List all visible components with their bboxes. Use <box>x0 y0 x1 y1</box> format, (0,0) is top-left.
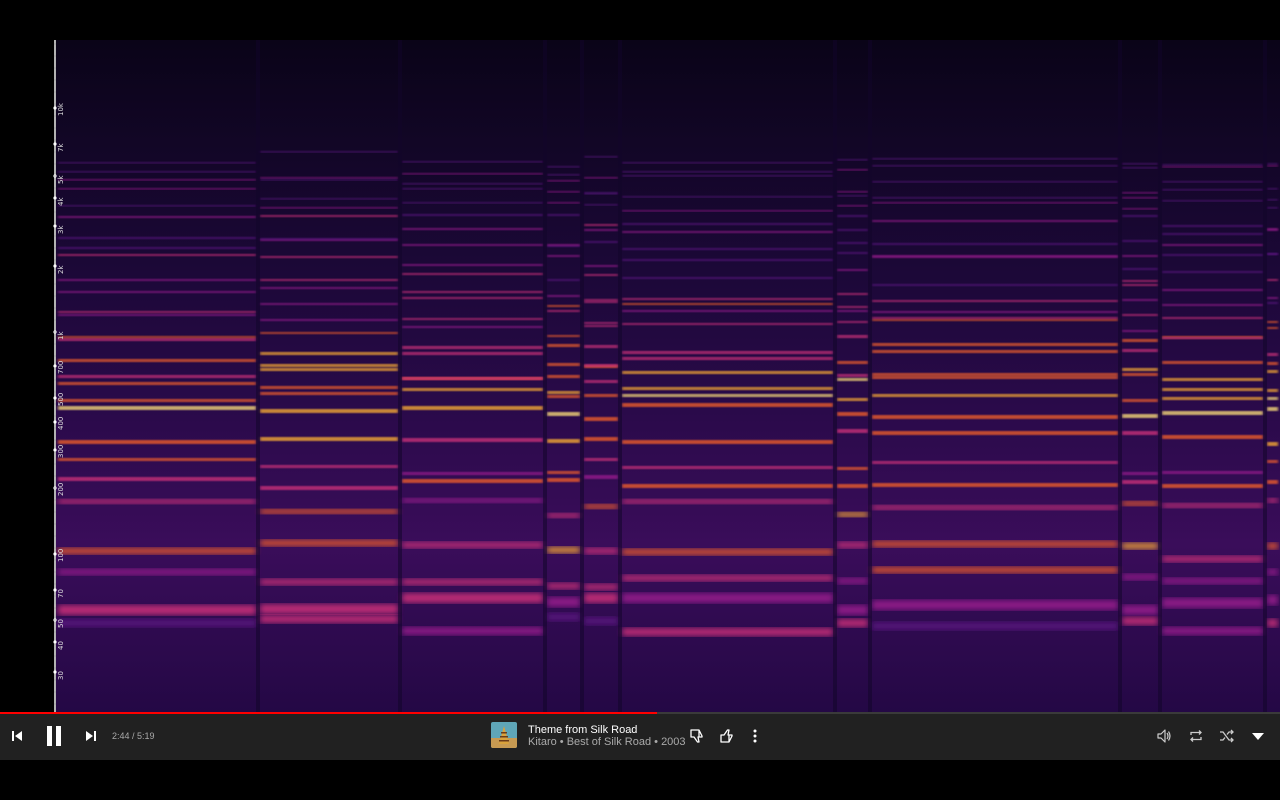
meta-separator: • <box>651 736 662 748</box>
next-button[interactable] <box>82 727 100 745</box>
time-info: 2:44 / 5:19 <box>112 731 155 741</box>
like-button[interactable] <box>717 726 737 746</box>
previous-button[interactable] <box>8 727 26 745</box>
volume-button[interactable] <box>1154 726 1174 746</box>
album-thumbnail[interactable] <box>491 722 517 748</box>
expand-player-button[interactable] <box>1248 726 1268 746</box>
more-options-button[interactable] <box>747 726 763 746</box>
shuffle-button[interactable] <box>1217 726 1237 746</box>
spectrogram <box>0 40 1280 712</box>
player-bar: 2:44 / 5:19 Theme from Silk Road Kitaro … <box>0 714 1280 760</box>
repeat-button[interactable] <box>1186 726 1206 746</box>
thumb-down-icon <box>690 729 703 743</box>
axis-tick-label: 2k <box>57 265 65 274</box>
axis-tick-label: 50 <box>57 619 65 628</box>
axis-tick-label: 70 <box>57 589 65 598</box>
track-album[interactable]: Best of Silk Road <box>567 736 651 748</box>
axis-tick-label: 700 <box>57 360 65 374</box>
track-title[interactable]: Theme from Silk Road <box>528 724 637 736</box>
repeat-icon <box>1190 730 1202 742</box>
axis-tick-label: 5k <box>57 175 65 184</box>
axis-tick-label: 200 <box>57 482 65 496</box>
more-vert-icon <box>753 729 757 743</box>
track-artist[interactable]: Kitaro <box>528 736 557 748</box>
meta-separator: • <box>556 736 567 748</box>
axis-tick-label: 300 <box>57 444 65 458</box>
axis-tick-label: 100 <box>57 548 65 562</box>
axis-tick-label: 40 <box>57 641 65 650</box>
axis-tick-label: 4k <box>57 197 65 206</box>
volume-icon <box>1157 729 1171 743</box>
axis-tick-label: 400 <box>57 416 65 430</box>
axis-tick-label: 3k <box>57 225 65 234</box>
play-pause-button[interactable] <box>42 724 66 748</box>
track-year: 2003 <box>661 736 686 748</box>
pause-icon <box>47 726 61 746</box>
expand-triangle-icon <box>1252 733 1264 740</box>
previous-icon <box>12 731 22 741</box>
track-meta: Kitaro • Best of Silk Road • 2003 <box>528 736 686 748</box>
thumb-up-icon <box>720 729 733 743</box>
next-icon <box>86 731 96 741</box>
shuffle-icon <box>1220 729 1234 743</box>
axis-tick-label: 30 <box>57 671 65 680</box>
axis-tick-label: 1k <box>57 331 65 340</box>
axis-tick-label: 7k <box>57 143 65 152</box>
axis-tick-label: 10k <box>57 103 65 116</box>
axis-tick-label: 500 <box>57 392 65 406</box>
dislike-button[interactable] <box>687 726 707 746</box>
